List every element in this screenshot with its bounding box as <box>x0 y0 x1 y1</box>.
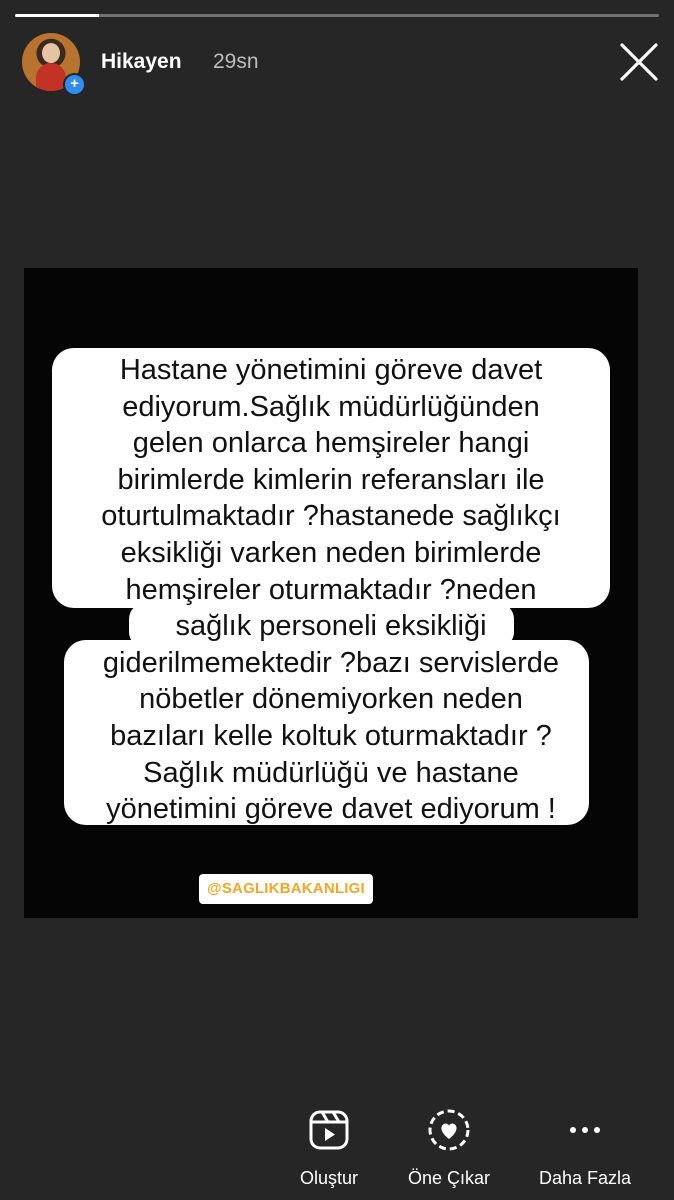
create-button[interactable]: Oluştur <box>259 1105 399 1189</box>
reels-icon <box>309 1110 349 1150</box>
add-story-badge-icon[interactable]: + <box>63 73 86 96</box>
story-image: Hastane yönetimini göreve davet ediyorum… <box>24 268 638 918</box>
close-icon <box>620 43 658 81</box>
create-label: Oluştur <box>299 1168 359 1188</box>
story-text: Hastane yönetimini göreve davet ediyorum… <box>101 354 561 826</box>
profile-avatar[interactable]: + <box>22 33 86 96</box>
story-progress-fill <box>15 14 99 17</box>
highlight-heart-icon <box>428 1109 470 1151</box>
story-progress-bar <box>15 14 659 17</box>
more-button[interactable]: Daha Fazla <box>515 1105 655 1189</box>
close-button[interactable] <box>617 40 661 84</box>
story-username[interactable]: Hikayen <box>101 50 182 74</box>
more-label: Daha Fazla <box>538 1168 632 1188</box>
more-dots-icon <box>570 1127 600 1133</box>
highlight-label: Öne Çıkar <box>407 1168 491 1188</box>
story-timestamp: 29sn <box>213 50 259 73</box>
mention-tag[interactable]: @SAGLIKBAKANLIGI <box>199 874 373 904</box>
highlight-button[interactable]: Öne Çıkar <box>379 1105 519 1189</box>
